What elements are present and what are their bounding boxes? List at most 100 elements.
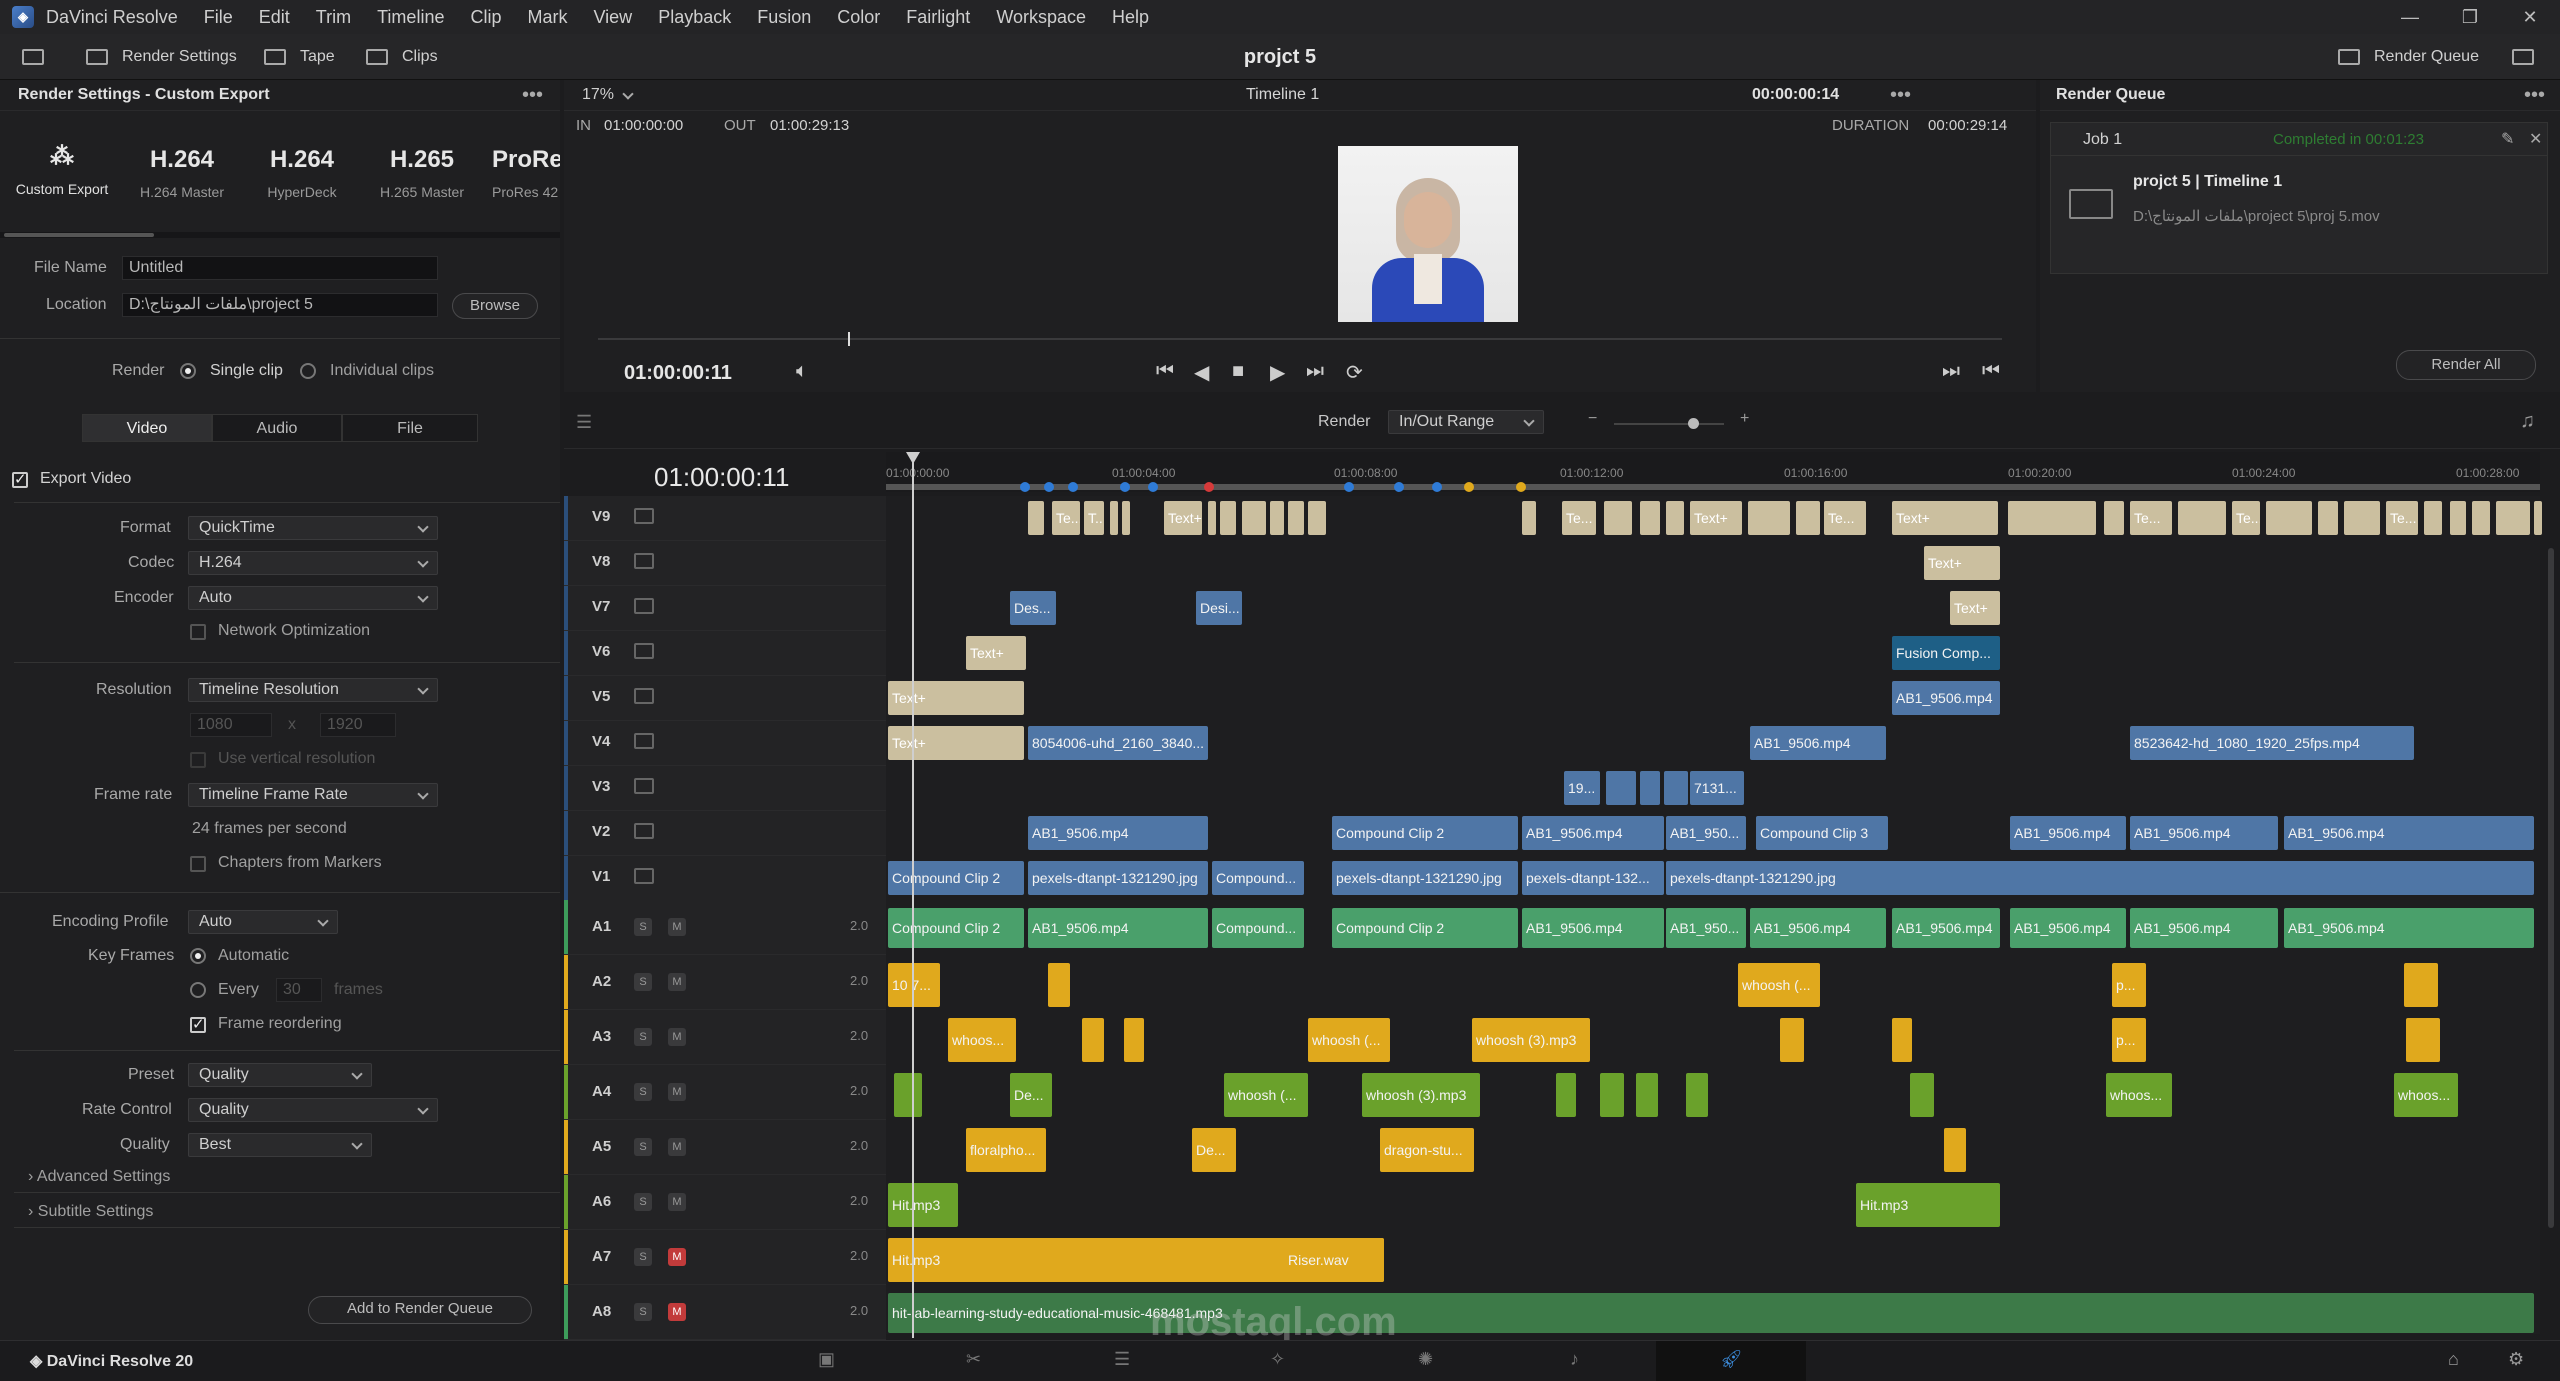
scrubber-bar[interactable] bbox=[598, 338, 2002, 340]
timeline-clip[interactable]: AB1_9506.mp4 bbox=[1522, 816, 1664, 850]
timeline-clip[interactable]: Te... bbox=[2130, 501, 2172, 535]
render-queue-toggle[interactable]: Render Queue bbox=[2338, 34, 2479, 80]
timeline-clip[interactable]: De... bbox=[1192, 1128, 1236, 1172]
timeline-clip[interactable] bbox=[1892, 1018, 1912, 1062]
mute-button[interactable]: M bbox=[668, 1028, 686, 1046]
timeline-clip[interactable]: pexels-dtanpt-1321290.jpg bbox=[1028, 861, 1208, 895]
video-track-header[interactable]: V5 bbox=[564, 676, 886, 721]
timeline-clip[interactable]: Compound Clip 2 bbox=[888, 908, 1024, 948]
timeline-clip[interactable]: 8523642-hd_1080_1920_25fps.mp4 bbox=[2130, 726, 2414, 760]
timeline-clip[interactable]: Te... bbox=[2232, 501, 2260, 535]
menu-clip[interactable]: Clip bbox=[470, 7, 501, 28]
timeline-clip[interactable]: whoosh (... bbox=[1308, 1018, 1390, 1062]
tab-file[interactable]: File bbox=[342, 414, 478, 442]
timeline-clip[interactable] bbox=[1944, 1128, 1966, 1172]
timeline-clip[interactable]: Desi... bbox=[1196, 591, 1242, 625]
timeline-clip[interactable] bbox=[1748, 501, 1790, 535]
timeline-clip[interactable]: Compound... bbox=[1212, 908, 1304, 948]
timeline-clip[interactable] bbox=[1028, 501, 1044, 535]
timeline-marker[interactable] bbox=[1394, 482, 1404, 492]
export-video-checkbox[interactable] bbox=[12, 470, 28, 488]
timeline-clip[interactable]: AB1_950... bbox=[1666, 816, 1746, 850]
resolution-height-field[interactable]: 1920 bbox=[320, 713, 396, 737]
video-track-header[interactable]: V1 bbox=[564, 856, 886, 901]
render-range-dropdown[interactable]: In/Out Range bbox=[1388, 410, 1544, 434]
timeline-clip[interactable]: AB1_9506.mp4 bbox=[1892, 681, 2000, 715]
timeline-marker[interactable] bbox=[1044, 482, 1054, 492]
monitor-icon[interactable] bbox=[22, 34, 44, 80]
edit-job-icon[interactable]: ✎ bbox=[2501, 129, 2514, 149]
deliver-page-tab[interactable]: 🚀︎ bbox=[1656, 1341, 1806, 1381]
timeline-marker[interactable] bbox=[1204, 482, 1214, 492]
timeline-clip[interactable] bbox=[1686, 1073, 1708, 1117]
timeline-clip[interactable] bbox=[1522, 501, 1536, 535]
timeline-clip[interactable] bbox=[2318, 501, 2338, 535]
frame-reordering-checkbox[interactable] bbox=[190, 1015, 206, 1033]
timeline-clip[interactable]: whoosh (3).mp3 bbox=[1362, 1073, 1480, 1117]
timeline-clip[interactable]: Text+ bbox=[1690, 501, 1742, 535]
file-name-field[interactable]: Untitled bbox=[122, 256, 438, 280]
audio-track-header[interactable]: A1 S M 2.0 bbox=[564, 900, 886, 955]
track-toggle-icon[interactable] bbox=[634, 868, 654, 884]
render-job-card[interactable]: Job 1 Completed in 00:01:23 ✎ ✕ projct 5… bbox=[2050, 122, 2548, 274]
audio-track-header[interactable]: A8 S M 2.0 bbox=[564, 1285, 886, 1340]
timeline-clip[interactable] bbox=[1208, 501, 1216, 535]
zoom-slider[interactable] bbox=[1614, 423, 1724, 425]
chapters-checkbox[interactable] bbox=[190, 856, 206, 872]
video-track-header[interactable]: V6 bbox=[564, 631, 886, 676]
timeline-view-icon[interactable]: ☰ bbox=[576, 412, 592, 433]
settings-gear-icon[interactable]: ⚙ bbox=[2508, 1349, 2524, 1370]
video-track-header[interactable]: V4 bbox=[564, 721, 886, 766]
timeline-clip[interactable]: Text+ bbox=[888, 726, 1024, 760]
key-frames-automatic-radio[interactable] bbox=[190, 948, 206, 964]
menu-help[interactable]: Help bbox=[1112, 7, 1149, 28]
video-track-header[interactable]: V3 bbox=[564, 766, 886, 811]
timeline-clip[interactable]: Des... bbox=[1010, 591, 1056, 625]
expand-icon[interactable] bbox=[2512, 34, 2534, 80]
tab-video[interactable]: Video bbox=[82, 414, 212, 442]
go-to-end-icon[interactable]: ⏭︎ bbox=[1306, 360, 1324, 383]
preset-scrollbar[interactable] bbox=[0, 232, 560, 238]
frame-rate-dropdown[interactable]: Timeline Frame Rate bbox=[188, 783, 438, 807]
timeline-clip[interactable]: dragon-stu... bbox=[1380, 1128, 1474, 1172]
timeline-clip[interactable]: Compound... bbox=[1212, 861, 1304, 895]
menu-fusion[interactable]: Fusion bbox=[757, 7, 811, 28]
timeline-clip[interactable] bbox=[1220, 501, 1236, 535]
mark-in-icon[interactable]: ⏭︎ bbox=[1942, 360, 1960, 383]
track-toggle-icon[interactable] bbox=[634, 733, 654, 749]
timeline-clip[interactable] bbox=[2424, 501, 2442, 535]
timeline-clip[interactable] bbox=[2534, 501, 2542, 535]
timeline-clip[interactable]: T... bbox=[1084, 501, 1104, 535]
solo-button[interactable]: S bbox=[634, 1138, 652, 1156]
timeline-clip[interactable]: whoos... bbox=[2394, 1073, 2458, 1117]
timeline-clip[interactable] bbox=[1242, 501, 1266, 535]
preset-hyperdeck[interactable]: H.264 HyperDeck bbox=[252, 146, 352, 200]
timeline-clip[interactable] bbox=[1288, 501, 1304, 535]
solo-button[interactable]: S bbox=[634, 1028, 652, 1046]
timeline-clip[interactable]: Riser.wav bbox=[1284, 1238, 1384, 1282]
quality-dropdown[interactable]: Best bbox=[188, 1133, 372, 1157]
menu-timeline[interactable]: Timeline bbox=[377, 7, 444, 28]
timeline-clip[interactable]: floralpho... bbox=[966, 1128, 1046, 1172]
timeline-clip[interactable] bbox=[2266, 501, 2312, 535]
scrubber-handle[interactable] bbox=[848, 332, 850, 346]
solo-button[interactable]: S bbox=[634, 973, 652, 991]
timeline-clip[interactable]: AB1_9506.mp4 bbox=[2284, 908, 2534, 948]
timeline-marker[interactable] bbox=[1464, 482, 1474, 492]
single-clip-radio[interactable] bbox=[180, 363, 196, 379]
timeline-clip[interactable] bbox=[1604, 501, 1632, 535]
timeline-clip[interactable]: hit-lab-learning-study-educational-music… bbox=[888, 1293, 2534, 1333]
zoom-slider-handle[interactable] bbox=[1688, 418, 1699, 429]
timeline-clip[interactable]: p... bbox=[2112, 963, 2146, 1007]
timeline-clip[interactable] bbox=[1910, 1073, 1934, 1117]
timeline-clip[interactable]: AB1_9506.mp4 bbox=[2130, 908, 2278, 948]
queue-options-icon[interactable]: ••• bbox=[2524, 84, 2545, 107]
timeline-clip[interactable]: Hit.mp3 bbox=[888, 1183, 958, 1227]
timeline-marker[interactable] bbox=[1020, 482, 1030, 492]
play-reverse-icon[interactable]: ◀ bbox=[1194, 360, 1209, 385]
timeline-clip[interactable] bbox=[1796, 501, 1820, 535]
timeline-clip[interactable] bbox=[1082, 1018, 1104, 1062]
delete-job-icon[interactable]: ✕ bbox=[2529, 129, 2542, 149]
menu-edit[interactable]: Edit bbox=[259, 7, 290, 28]
fusion-page-icon[interactable]: ✧ bbox=[1270, 1349, 1285, 1370]
